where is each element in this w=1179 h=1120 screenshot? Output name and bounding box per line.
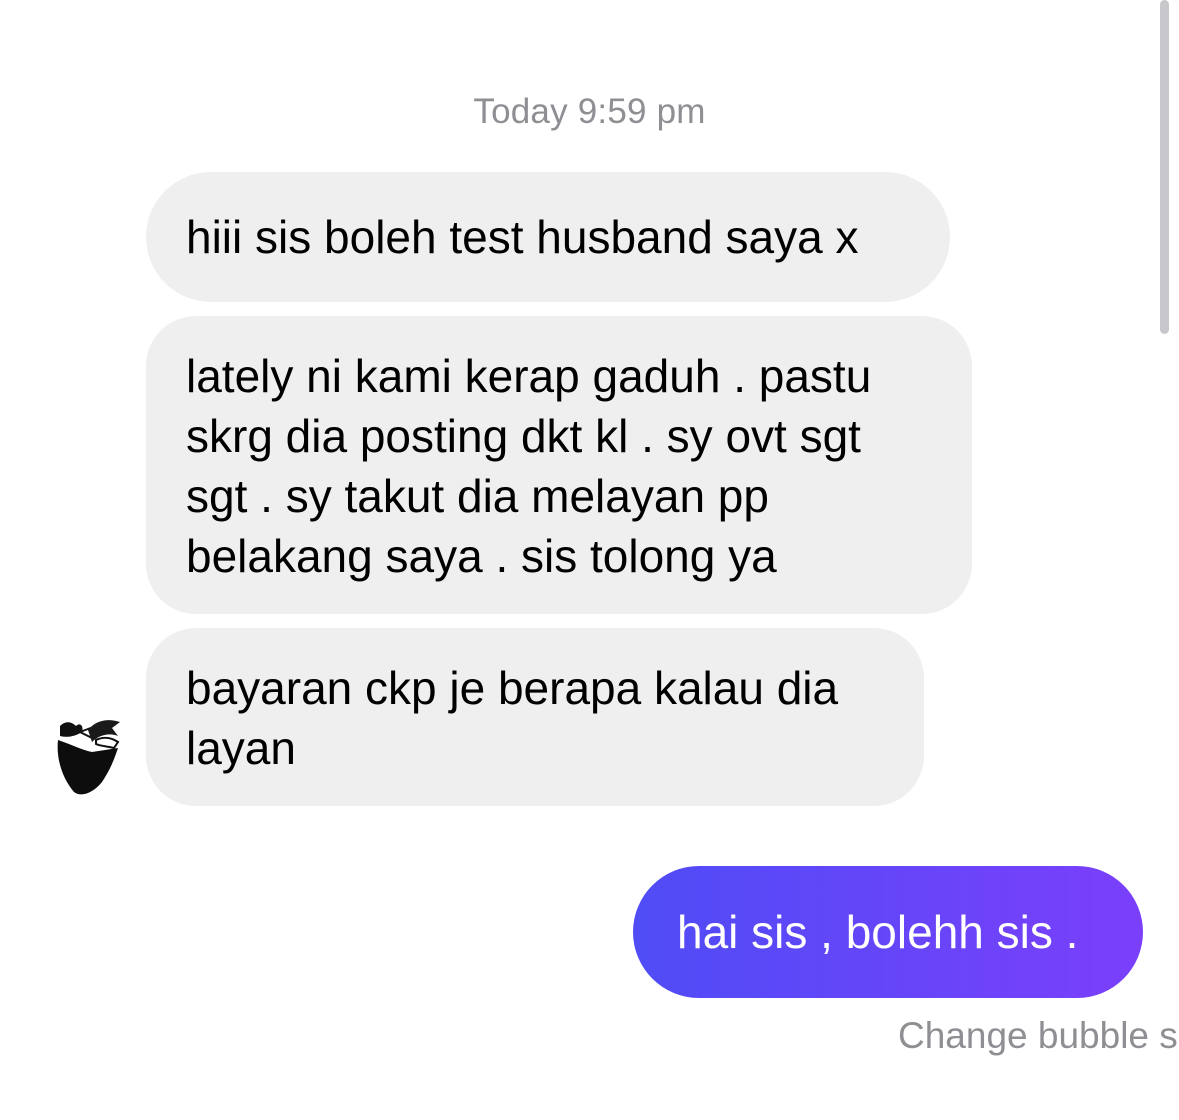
- incoming-message-bubble[interactable]: bayaran ckp je berapa kalau dia layan: [146, 628, 924, 806]
- profile-avatar-icon: [57, 720, 120, 795]
- message-text-line: bayaran ckp je berapa kalau dia: [186, 662, 839, 714]
- message-text-line: skrg dia posting dkt kl . sy ovt sgt: [186, 410, 861, 462]
- message-text-line: lately ni kami kerap gaduh . pastu: [186, 350, 872, 402]
- scrollbar[interactable]: [1160, 0, 1169, 334]
- message-text-line: sgt . sy takut dia melayan pp: [186, 470, 769, 522]
- message-text-line: hiii sis boleh test husband saya x: [186, 211, 859, 263]
- change-bubble-style-link[interactable]: Change bubble s: [898, 1015, 1178, 1057]
- incoming-message-bubble[interactable]: hiii sis boleh test husband saya x: [146, 172, 950, 302]
- outgoing-message-bubble[interactable]: hai sis , bolehh sis .: [633, 866, 1143, 998]
- incoming-message-bubble[interactable]: lately ni kami kerap gaduh . pastu skrg …: [146, 316, 972, 614]
- message-timestamp: Today 9:59 pm: [473, 92, 706, 131]
- message-text-line: belakang saya . sis tolong ya: [186, 530, 777, 582]
- sender-avatar[interactable]: [52, 712, 124, 796]
- chat-screen: Today 9:59 pm hiii sis boleh test husban…: [0, 0, 1179, 1120]
- message-text-line: layan: [186, 722, 296, 774]
